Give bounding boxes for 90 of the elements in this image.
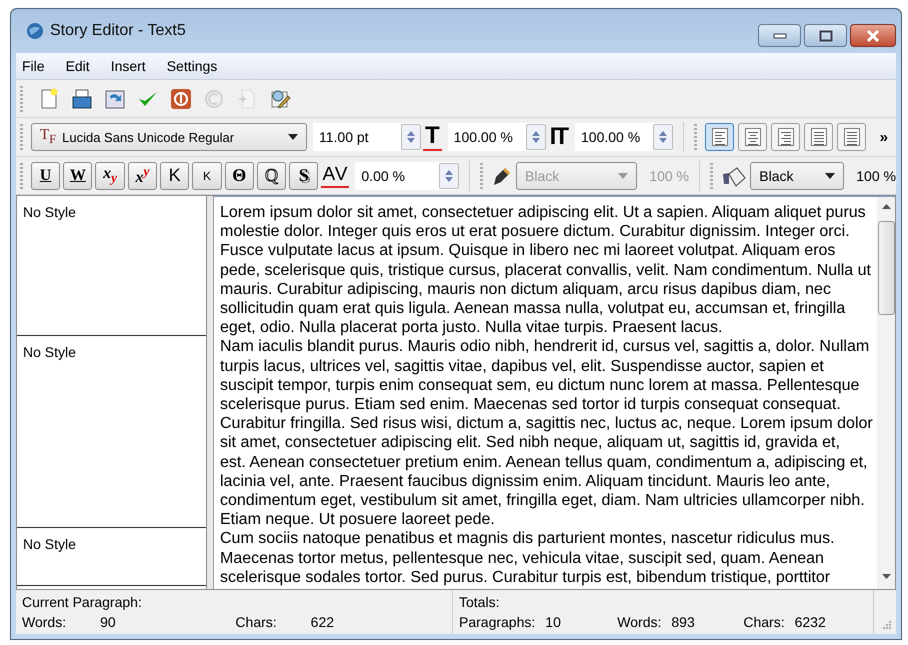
text-line: eget, odio. Nulla placerat porta justo. Nulla vitae turpis. Praesent lacus.	[220, 318, 724, 338]
menu-item[interactable]: Insert	[110, 58, 146, 74]
status-label: Paragraphs:	[459, 614, 536, 630]
more-button[interactable]: »	[880, 128, 888, 146]
scroll-thumb[interactable]	[878, 221, 894, 315]
text-line: scelerisque purus. Etiam sed enim. Maecenas sed tortor id turpis consequat consequat.	[220, 395, 842, 414]
status-label: Chars:	[743, 614, 785, 630]
align-button[interactable]	[771, 123, 800, 151]
align-button[interactable]	[705, 123, 734, 151]
redo-icon	[203, 88, 225, 110]
font-dropdown[interactable]: T$_{F}$ Lucida Sans Unicode Regular	[31, 123, 307, 151]
maximize-button[interactable]	[804, 24, 847, 47]
paragraph-style-cell[interactable]: No Style	[17, 528, 206, 586]
kerning-field[interactable]: 0.00 %	[355, 162, 459, 190]
font-size-field[interactable]: 11.00 pt	[313, 123, 421, 151]
spin-buttons[interactable]	[438, 162, 459, 188]
spin-buttons[interactable]	[653, 124, 673, 150]
align-button[interactable]	[738, 123, 767, 151]
text-line: sollicitudin quam erat quis ligula. Aenean massa nulla, volutpat eu, accumsan et, fringilla	[220, 299, 846, 318]
folder-icon	[71, 88, 93, 110]
window-title: Story Editor - Text5	[50, 22, 186, 40]
style-button[interactable]: U	[30, 162, 60, 190]
status-heading: Totals:	[459, 594, 500, 610]
text-line: lacinia vel, ante. Praesent faucibus dignissim enim. Aliquam tincidunt. Mauris leo ante,	[220, 472, 832, 492]
text-line: Fusce vulputate lacus at ipsum. Quisque in libero nec mi laoreet volutpat. Aliquam eros	[220, 241, 836, 261]
text-line: Lorem ipsum dolor sit amet, consectetuer adipiscing elit. Ut a sapien. Aliquam aliquet purus	[220, 203, 867, 222]
width-scale-field[interactable]: 100.00 %	[448, 123, 546, 151]
paragraph-style-cell[interactable]: No Style	[17, 196, 206, 336]
status-value: 6232	[794, 614, 827, 630]
align-right-icon	[778, 128, 794, 146]
status-label: Words:	[22, 614, 66, 630]
style-button[interactable]: Q	[256, 162, 286, 190]
style-button[interactable]: K	[192, 162, 222, 190]
status-value: 622	[310, 614, 336, 630]
text-line: Cum sociis natoque penatibus et magnis dis parturient montes, nascetur ridiculus mus.	[220, 529, 836, 549]
spin-buttons[interactable]	[401, 124, 421, 150]
text-line: Curabitur fringilla. Sed risus wisi, dictum a, sagittis nec, luctus ac, neque. Lorem ipsum dolor	[220, 414, 871, 434]
fill-color-dropdown[interactable]: Black	[750, 162, 844, 190]
text-line: Maecenas tortor metus, pellentesque nec, vehicula vitae, suscipit sed, quam. Aenean	[220, 548, 825, 568]
scroll-down-icon	[882, 574, 890, 579]
style-button[interactable]: S	[289, 162, 318, 190]
style-button[interactable]: x$^{y}$	[128, 162, 158, 190]
close-button[interactable]	[850, 24, 896, 47]
fill-shade-button[interactable]: 100 %	[856, 168, 896, 184]
text-line: Nam iaculis blandit purus. Mauris odio nibh, hendrerit id, cursus vel, sagittis a, dolor. Nullam	[220, 337, 870, 357]
text-line: est. Aenean consectetuer pretium enim. Aenean tellus quam, condimentum a, adipiscing et,	[220, 452, 868, 472]
vertical-scrollbar[interactable]	[877, 197, 895, 589]
maximize-icon	[818, 30, 832, 42]
scroll-up-icon	[882, 204, 890, 209]
align-left-icon	[712, 128, 728, 146]
text-line: pede, scelerisque quis, tristique cursus, placerat convallis, velit. Nam condimentum. Nulla ut	[220, 260, 871, 280]
reload-icon	[104, 88, 126, 110]
align-button[interactable]	[804, 123, 833, 151]
style-button[interactable]: Θ	[224, 162, 254, 190]
style-button[interactable]: x$_{y}$	[95, 162, 125, 190]
text-line: scelerisque sodales tortor. Sed purus. Curabitur turpis est, bibendum tristique, porttitor	[220, 568, 832, 588]
text-line: mauris. Curabitur adipiscing, mauris non dictum aliquam, arcu risus dapibus diam, nec	[220, 280, 832, 300]
story-text-area[interactable]	[214, 196, 895, 589]
spin-buttons[interactable]	[526, 124, 546, 150]
text-line: molestie dolor. Integer quis eros ut erat posuere dictum. Curabitur dignissim. Integer orci.	[220, 222, 851, 242]
stop-icon	[170, 88, 192, 110]
style-button[interactable]: W	[63, 162, 92, 190]
menu-item[interactable]: Edit	[66, 58, 90, 74]
text-line: Etiam neque. Ut posuere laoreet pede.	[220, 510, 496, 530]
close-icon	[866, 30, 880, 42]
status-value: 90	[99, 614, 117, 630]
height-scale-field[interactable]: 100.00 %	[575, 123, 673, 151]
status-label: Words:	[617, 614, 662, 630]
status-label: Chars:	[235, 614, 277, 630]
edit-icon	[269, 88, 291, 110]
status-heading: Current Paragraph:	[22, 594, 143, 610]
menu-item[interactable]: Settings	[166, 58, 218, 74]
style-button[interactable]: K	[160, 162, 190, 190]
paragraph-style-cell[interactable]: No Style	[17, 336, 206, 528]
align-center-icon	[744, 128, 760, 146]
status-value: 10	[545, 614, 562, 630]
text-line: turpis lacus, ultrices vel, sagittis vitae, dapibus vel, elit. Suspendisse auctor, sapien et	[220, 356, 825, 376]
text-line: condimentum eget, vestibulum sit amet, fringilla eget, diam. Nam ultricies ullamcorper nibh.	[220, 491, 866, 510]
height-scale-icon: IT	[548, 124, 569, 150]
globe-icon	[26, 22, 44, 40]
minimize-button[interactable]	[758, 24, 801, 47]
align-button[interactable]	[837, 123, 866, 151]
text-line: sit amet, consectetuer adipiscing elit. Sed nibh neque, aliquam ut, sagittis id, gravida et,	[220, 433, 841, 453]
text-line: suscipit tempor, turpis enim consequat sem, eu dictum nunc lorem at massa. Pellentesque	[220, 376, 860, 396]
status-value: 893	[671, 614, 696, 630]
menu-item[interactable]: File	[22, 58, 45, 74]
align-justify-icon	[810, 128, 826, 146]
align-full-icon	[844, 128, 860, 146]
minimize-icon	[772, 32, 786, 38]
resize-grip-icon	[882, 620, 892, 630]
